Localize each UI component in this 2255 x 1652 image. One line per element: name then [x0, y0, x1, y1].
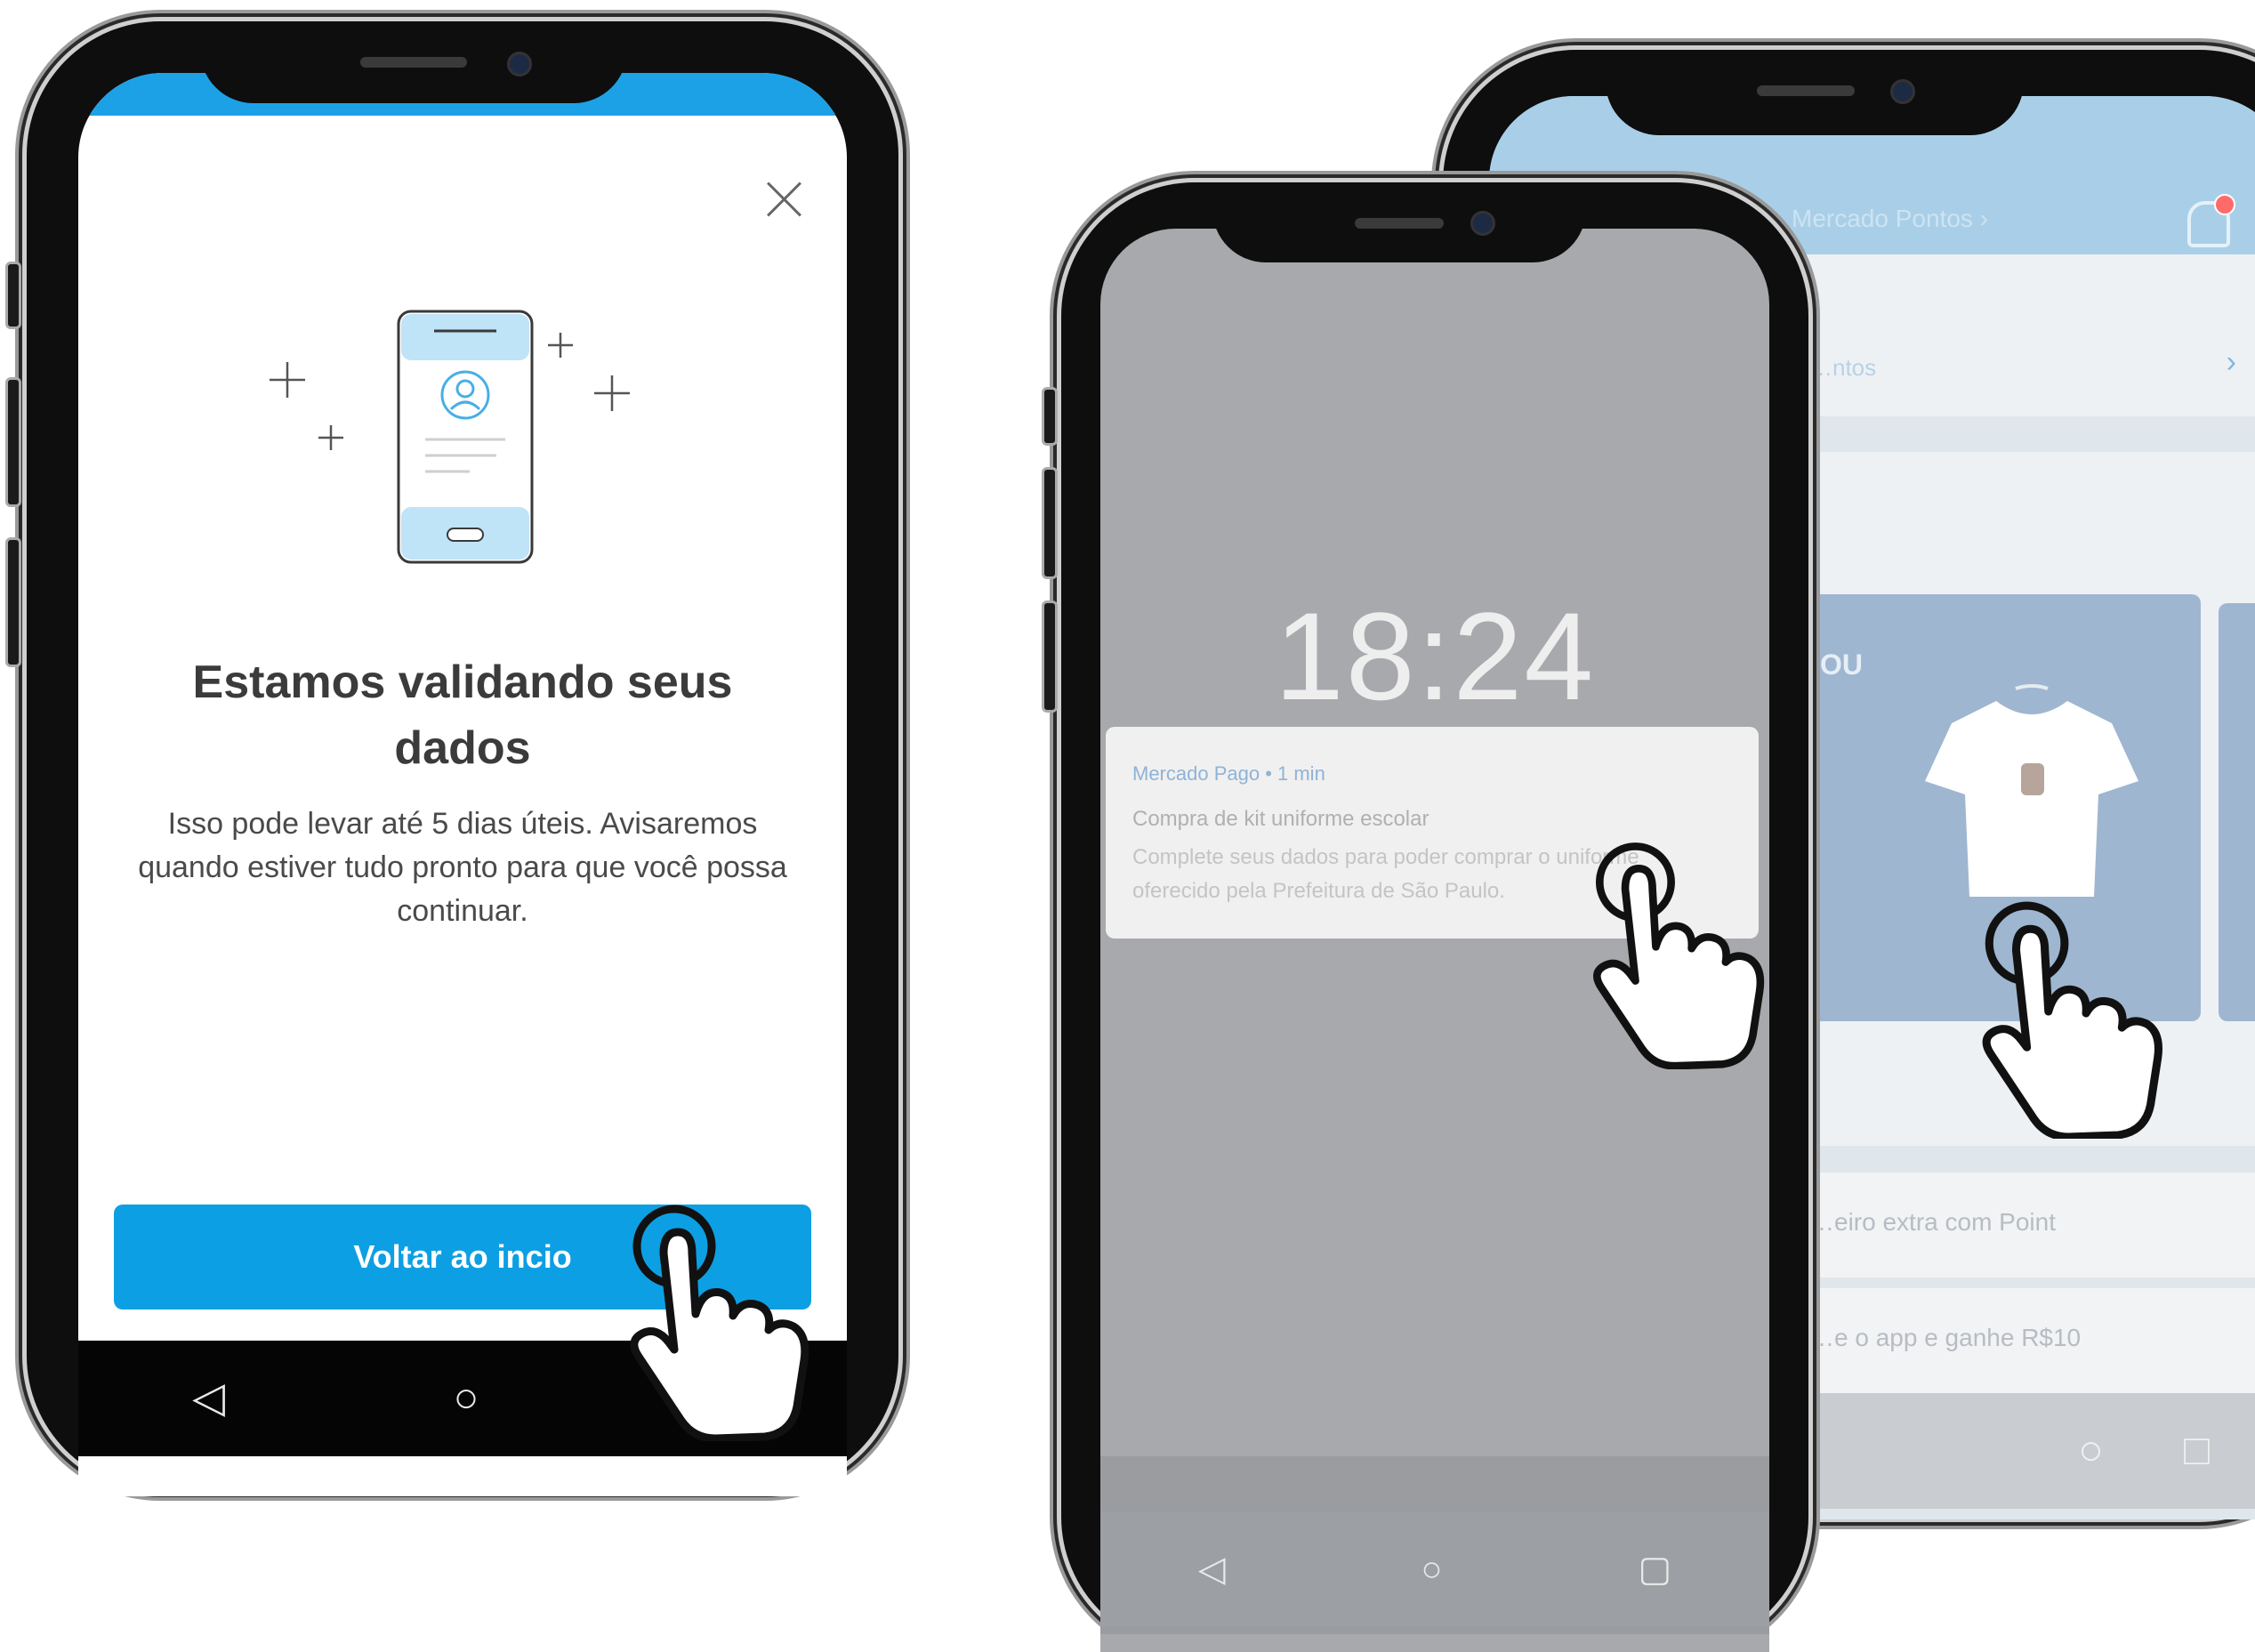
notification-badge: [2214, 194, 2235, 215]
notification-app-name: Mercado Pago • 1 min: [1132, 762, 1325, 785]
page-description: Isso pode levar até 5 dias úteis. Avisar…: [138, 807, 787, 928]
tshirt-icon: [1925, 684, 2138, 897]
page-title: Estamos validando seus dados: [192, 657, 733, 774]
close-icon[interactable]: [765, 180, 804, 219]
recent-apps-nav-icon[interactable]: ▢: [1638, 1551, 1671, 1587]
back-nav-icon[interactable]: ◁: [1198, 1551, 1226, 1587]
points-card-link[interactable]: …ntos: [1809, 354, 1876, 382]
android-navbar: ◁ ○ ▢: [1100, 1511, 1769, 1627]
tap-hand-icon: [1982, 901, 2162, 1139]
phone-notch: [200, 21, 627, 103]
notification-title: Compra de kit uniforme escolar: [1132, 807, 1430, 831]
list-item-label: …eiro extra com Point: [1809, 1208, 2056, 1236]
promo-banner-next[interactable]: [2219, 603, 2255, 1021]
list-item-label: …e o app e ganhe R$10: [1809, 1324, 2082, 1351]
home-nav-icon[interactable]: ○: [453, 1377, 479, 1420]
lock-screen-clock: 18:24: [1274, 586, 1596, 726]
phone-notch: [1212, 182, 1586, 262]
mercado-pontos-link[interactable]: Mercado Pontos ›: [1792, 205, 1988, 233]
phone-profile-illustration: [270, 310, 630, 564]
home-nav-icon[interactable]: ○: [1421, 1551, 1442, 1587]
back-nav-icon[interactable]: ◁: [192, 1377, 225, 1420]
chevron-right-icon: ›: [2226, 345, 2236, 379]
tap-hand-icon: [630, 1205, 809, 1441]
home-nav-icon[interactable]: ○: [2078, 1430, 2104, 1472]
tap-hand-icon: [1593, 842, 1765, 1069]
recent-apps-nav-icon[interactable]: □: [2184, 1430, 2210, 1472]
phone-notch: [1606, 50, 2024, 135]
